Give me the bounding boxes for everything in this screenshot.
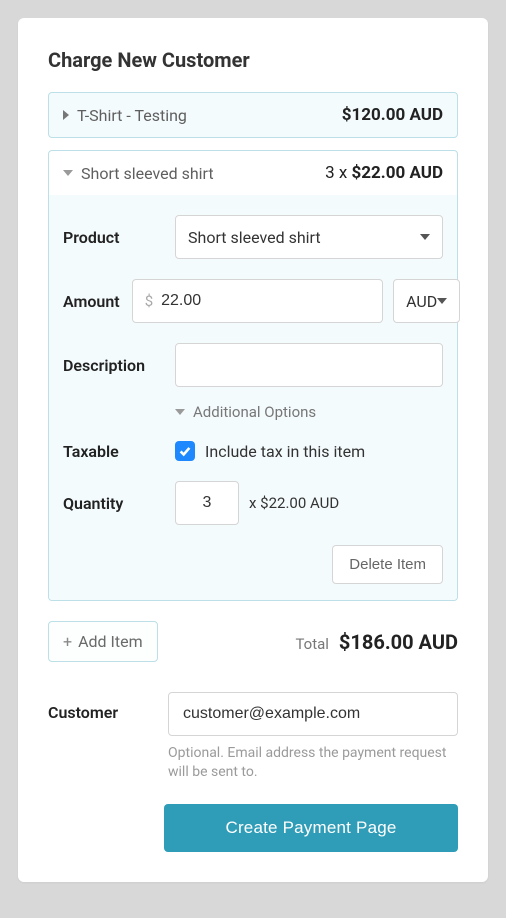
check-icon	[178, 444, 192, 458]
total-value: $186.00 AUD	[339, 630, 458, 654]
taxable-label: Taxable	[63, 442, 163, 461]
line-item-1-price-value: $120.00 AUD	[342, 105, 443, 125]
page-title: Charge New Customer	[48, 48, 458, 72]
total-label: Total	[295, 635, 329, 653]
line-item-2-price: 3 x $22.00 AUD	[325, 163, 443, 183]
product-select-value: Short sleeved shirt	[188, 228, 420, 247]
description-row: Description	[63, 333, 443, 397]
items-footer: + Add Item Total $186.00 AUD	[48, 613, 458, 678]
amount-input-wrap: $	[132, 279, 383, 323]
add-item-button[interactable]: + Add Item	[48, 621, 158, 662]
submit-spacer	[48, 804, 164, 852]
additional-options-label: Additional Options	[193, 403, 316, 421]
quantity-input[interactable]	[176, 493, 238, 513]
taxable-row: Taxable Include tax in this item	[63, 431, 443, 471]
quantity-label: Quantity	[63, 494, 163, 513]
caret-down-icon	[63, 170, 73, 176]
line-item-2-price-value: $22.00 AUD	[352, 163, 443, 183]
create-payment-page-button[interactable]: Create Payment Page	[164, 804, 458, 852]
product-select[interactable]: Short sleeved shirt	[175, 215, 443, 259]
delete-item-button[interactable]: Delete Item	[332, 545, 443, 584]
quantity-row: Quantity x $22.00 AUD	[63, 471, 443, 535]
caret-right-icon	[63, 110, 69, 120]
product-row: Product Short sleeved shirt	[63, 205, 443, 269]
currency-select-value: AUD	[406, 292, 437, 311]
chevron-down-icon	[420, 234, 430, 240]
amount-label: Amount	[63, 292, 120, 311]
taxable-checkbox[interactable]	[175, 441, 195, 461]
line-item-1-price: $120.00 AUD	[342, 105, 443, 125]
line-item-2-name: Short sleeved shirt	[81, 164, 317, 183]
line-item-2-header[interactable]: Short sleeved shirt 3 x $22.00 AUD	[49, 151, 457, 195]
caret-down-icon	[175, 409, 185, 415]
quantity-input-wrap	[175, 481, 239, 525]
plus-icon: +	[63, 634, 72, 650]
product-label: Product	[63, 228, 163, 247]
customer-email-input[interactable]	[181, 704, 445, 724]
chevron-down-icon	[437, 298, 447, 304]
line-item-2-body: Product Short sleeved shirt Amount $	[49, 195, 457, 600]
description-label: Description	[63, 356, 163, 375]
dollar-icon: $	[145, 292, 153, 310]
total-wrap: Total $186.00 AUD	[158, 630, 458, 654]
line-item-1-name: T-Shirt - Testing	[77, 106, 334, 125]
additional-options-toggle[interactable]: Additional Options	[63, 397, 443, 431]
line-item-1: T-Shirt - Testing $120.00 AUD	[48, 92, 458, 138]
currency-select[interactable]: AUD	[393, 279, 460, 323]
line-item-2: Short sleeved shirt 3 x $22.00 AUD Produ…	[48, 150, 458, 601]
line-item-1-header[interactable]: T-Shirt - Testing $120.00 AUD	[49, 93, 457, 137]
line-item-2-qty-prefix: 3 x	[325, 163, 351, 183]
description-input[interactable]	[188, 355, 430, 375]
delete-item-row: Delete Item	[63, 535, 443, 584]
add-item-label: Add Item	[78, 632, 143, 651]
taxable-text: Include tax in this item	[205, 442, 365, 461]
quantity-suffix: x $22.00 AUD	[249, 494, 339, 512]
amount-input[interactable]	[159, 291, 370, 311]
customer-row: Customer Optional. Email address the pay…	[48, 678, 458, 782]
amount-row: Amount $ AUD	[63, 269, 443, 333]
customer-input-wrap	[168, 692, 458, 736]
customer-label: Customer	[48, 692, 148, 782]
charge-card: Charge New Customer T-Shirt - Testing $1…	[18, 18, 488, 882]
description-input-wrap	[175, 343, 443, 387]
submit-row: Create Payment Page	[48, 804, 458, 852]
customer-hint: Optional. Email address the payment requ…	[168, 744, 458, 782]
